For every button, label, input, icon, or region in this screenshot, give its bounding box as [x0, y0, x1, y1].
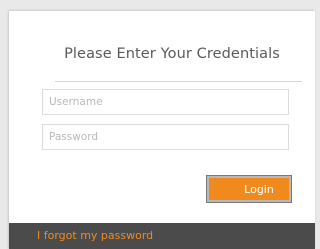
forgot-password-link[interactable]: I forgot my password	[37, 229, 153, 242]
login-button-label: Login	[244, 182, 274, 196]
login-card: Please Enter Your Credentials Login I fo…	[9, 11, 315, 249]
login-button[interactable]: Login	[206, 175, 292, 203]
form-title: Please Enter Your Credentials	[64, 46, 280, 62]
title-divider	[55, 81, 302, 82]
username-input[interactable]	[42, 89, 289, 115]
card-footer: I forgot my password	[9, 223, 315, 249]
password-input[interactable]	[42, 124, 289, 150]
